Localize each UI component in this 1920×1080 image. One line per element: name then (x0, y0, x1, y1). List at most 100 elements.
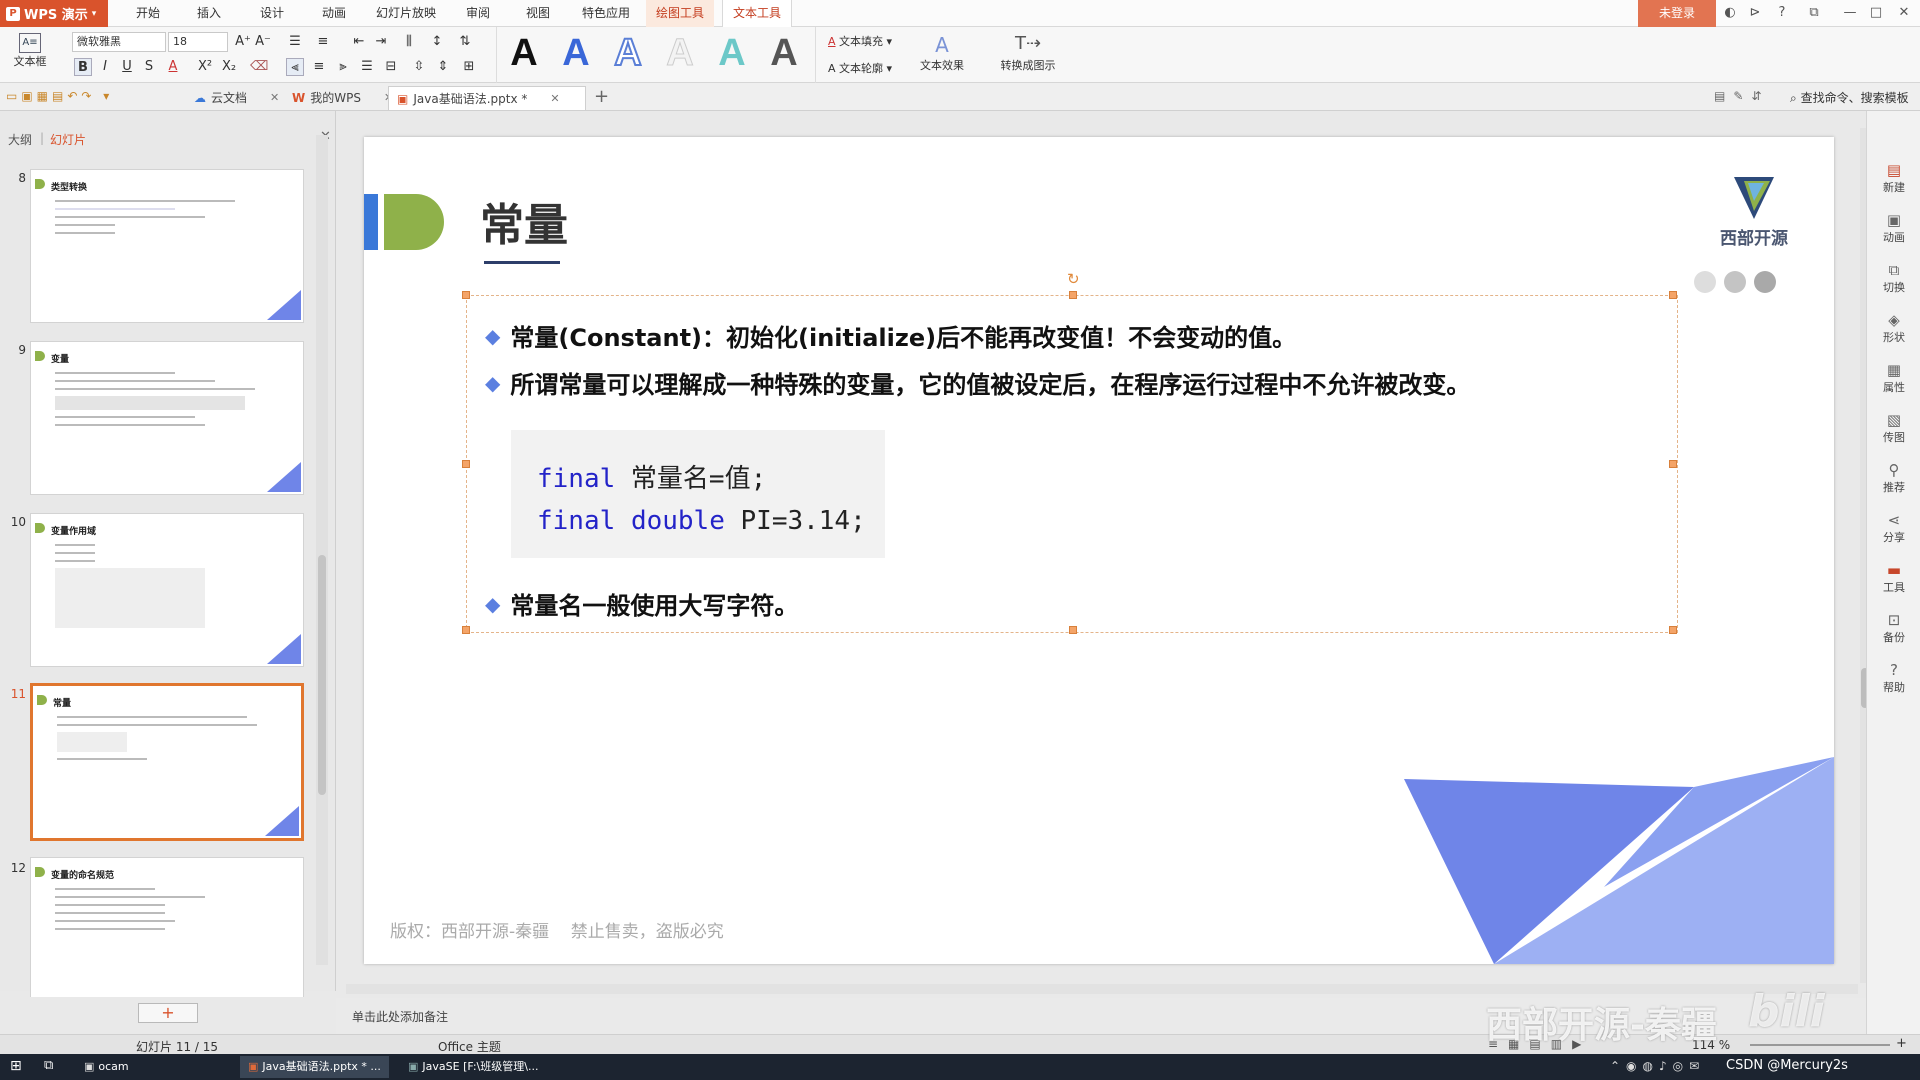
scrollbar-thumb[interactable] (318, 555, 326, 795)
menu-slideshow[interactable]: 幻灯片放映 (366, 0, 446, 27)
align-right-icon[interactable]: ⫸ (334, 58, 352, 76)
restore-layout-icon[interactable]: ⧉ (1804, 4, 1824, 22)
toolbar-mini-icons[interactable]: ▤✎⇵ (1714, 89, 1769, 103)
horizontal-scrollbar[interactable] (346, 984, 1858, 994)
bullets-icon[interactable]: ☰ (286, 33, 304, 51)
grow-font-icon[interactable]: A⁺ (234, 33, 252, 51)
skin-icon[interactable]: ◐ (1720, 4, 1740, 22)
text-effect-button[interactable]: A 文本效果 (912, 33, 972, 73)
align-left-icon[interactable]: ⫷ (286, 58, 304, 76)
text-fill-button[interactable]: A 文本填充 ▾ (828, 33, 892, 49)
vertical-align-icon[interactable]: ⊞ (460, 58, 478, 76)
tab-java-pptx[interactable]: ▣ Java基础语法.pptx * ✕ (388, 86, 586, 110)
columns-icon[interactable]: ⫼ (400, 33, 418, 51)
wordart-style-3[interactable]: A (605, 31, 651, 75)
wordart-style-5[interactable]: A (709, 31, 755, 75)
taskbar-javase[interactable]: ▣ JavaSE [F:\班级管理\... (400, 1056, 546, 1078)
close-icon[interactable]: ✕ (1894, 4, 1914, 22)
shrink-font-icon[interactable]: A⁻ (254, 33, 272, 51)
menu-animation[interactable]: 动画 (312, 0, 356, 27)
wordart-style-1[interactable]: A (501, 31, 547, 75)
quick-access-icons[interactable]: ▭▣▦▤↶↷ ▾ (6, 89, 113, 103)
slide-canvas[interactable]: 常量 西部开源 ◆ 常量(Constant)：初始化(initialize)后不… (364, 137, 1834, 964)
slide-thumbnail-12[interactable]: 变量的命名规范 (30, 857, 304, 997)
sidebar-tools[interactable]: ▬ 工具 (1867, 561, 1920, 595)
tab-my-wps[interactable]: W 我的WPS ✕ (284, 86, 401, 110)
menu-insert[interactable]: 插入 (187, 0, 231, 27)
slide-thumbnail-10[interactable]: 变量作用域 (30, 513, 304, 667)
slide-thumbnail-9[interactable]: 变量 (30, 341, 304, 495)
font-size-select[interactable]: 18 (168, 32, 228, 52)
menu-design[interactable]: 设计 (250, 0, 294, 27)
bold-button[interactable]: B (74, 58, 92, 76)
sidebar-new[interactable]: ▤ 新建 (1867, 161, 1920, 195)
wordart-style-4[interactable]: A (657, 31, 703, 75)
bullet-1[interactable]: ◆ 常量(Constant)：初始化(initialize)后不能再改变值！不会… (485, 318, 1296, 353)
sidebar-backup[interactable]: ⊡ 备份 (1867, 611, 1920, 645)
start-icon[interactable]: ⊞ (10, 1058, 22, 1074)
menu-special[interactable]: 特色应用 (572, 0, 640, 27)
convert-smartart-button[interactable]: T⇢ 转换成图示 (990, 33, 1066, 73)
code-block[interactable]: final 常量名=值; final double PI=3.14; (511, 430, 885, 558)
resize-handle[interactable] (1669, 460, 1677, 468)
sidebar-properties[interactable]: ▦ 属性 (1867, 361, 1920, 395)
system-tray-icons[interactable]: ⌃◉◍♪◎✉ (1610, 1059, 1705, 1073)
sidebar-help[interactable]: ? 帮助 (1867, 661, 1920, 695)
content-textbox[interactable]: ◆ 常量(Constant)：初始化(initialize)后不能再改变值！不会… (462, 270, 1678, 634)
list-spacing-icon[interactable]: ⇕ (434, 58, 452, 76)
new-tab-icon[interactable]: + (594, 86, 609, 107)
align-center-icon[interactable]: ≡ (310, 58, 328, 76)
textbox-button[interactable]: A≡ 文本框 (10, 33, 50, 69)
italic-button[interactable]: I (96, 58, 114, 76)
resize-handle[interactable] (462, 291, 470, 299)
underline-button[interactable]: U (118, 58, 136, 76)
slide-title[interactable]: 常量 (480, 189, 568, 253)
maximize-icon[interactable]: □ (1866, 4, 1886, 22)
resize-handle[interactable] (462, 626, 470, 634)
resize-handle[interactable] (462, 460, 470, 468)
font-name-select[interactable]: 微软雅黑 (72, 32, 166, 52)
distribute-icon[interactable]: ⊟ (382, 58, 400, 76)
help-icon[interactable]: ? (1772, 4, 1792, 22)
sidebar-share[interactable]: ⋖ 分享 (1867, 511, 1920, 545)
sidebar-animation[interactable]: ▣ 动画 (1867, 211, 1920, 245)
line-spacing-icon[interactable]: ↕ (428, 33, 446, 51)
login-button[interactable]: 未登录 (1638, 0, 1716, 27)
slide-thumbnail-11[interactable]: 常量 (30, 683, 304, 841)
clear-format-icon[interactable]: ⌫ (250, 58, 268, 76)
justify-icon[interactable]: ☰ (358, 58, 376, 76)
outline-tab[interactable]: 大纲 (8, 131, 32, 148)
tab-cloud-docs[interactable]: ☁ 云文档 ✕ (186, 86, 287, 110)
sidebar-upload-image[interactable]: ▧ 传图 (1867, 411, 1920, 445)
taskbar-ocam[interactable]: ▣ ocam (76, 1056, 137, 1078)
resize-handle[interactable] (1069, 291, 1077, 299)
indent-icon[interactable]: ⇤ (350, 33, 368, 51)
para-spacing-icon[interactable]: ⇳ (410, 58, 428, 76)
numbering-icon[interactable]: ≡ (314, 33, 332, 51)
resize-handle[interactable] (1669, 291, 1677, 299)
minimize-icon[interactable]: — (1840, 4, 1860, 22)
menu-home[interactable]: 开始 (126, 0, 170, 27)
rotate-handle-icon[interactable]: ↻ (1067, 270, 1080, 288)
bullet-2[interactable]: ◆ 所谓常量可以理解成一种特殊的变量，它的值被设定后，在程序运行过程中不允许被改… (485, 365, 1470, 400)
app-menu-button[interactable]: P WPS 演示 ▾ (0, 0, 108, 27)
text-outline-button[interactable]: A 文本轮廓 ▾ (828, 60, 892, 76)
bullet-3[interactable]: ◆ 常量名一般使用大写字符。 (485, 586, 798, 621)
zoom-slider[interactable] (1750, 1044, 1890, 1046)
wordart-style-6[interactable]: A (761, 31, 807, 75)
panel-scrollbar[interactable] (316, 135, 328, 965)
sidebar-transition[interactable]: ⧉ 切换 (1867, 261, 1920, 295)
close-tab-icon[interactable]: ✕ (550, 87, 559, 111)
wordart-style-2[interactable]: A (553, 31, 599, 75)
share-icon[interactable]: ⊳ (1745, 4, 1765, 22)
slide-thumbnail-8[interactable]: 类型转换 (30, 169, 304, 323)
resize-handle[interactable] (1069, 626, 1077, 634)
taskbar-wps[interactable]: ▣ Java基础语法.pptx * ... (240, 1056, 389, 1078)
menu-review[interactable]: 审阅 (456, 0, 500, 27)
slides-tab[interactable]: 幻灯片 (50, 131, 86, 148)
close-tab-icon[interactable]: ✕ (270, 86, 279, 110)
menu-drawing-tools[interactable]: 绘图工具 (646, 0, 715, 27)
menu-view[interactable]: 视图 (516, 0, 560, 27)
menu-text-tools[interactable]: 文本工具 (722, 0, 793, 27)
outdent-icon[interactable]: ⇥ (372, 33, 390, 51)
